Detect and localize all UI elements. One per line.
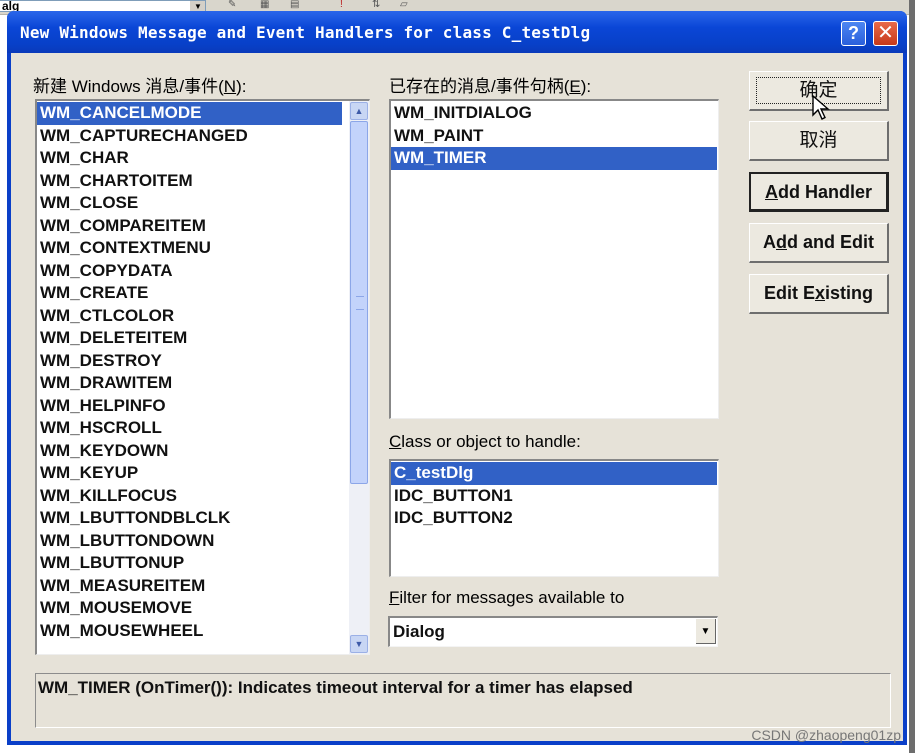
chevron-up-icon[interactable]: ▲ [350, 102, 368, 120]
filter-value: Dialog [393, 622, 445, 641]
edit-existing-label-post: isting [825, 283, 874, 303]
new-message-item[interactable]: WM_HELPINFO [37, 395, 342, 418]
class-object-item[interactable]: IDC_BUTTON2 [391, 507, 717, 530]
new-message-item[interactable]: WM_DELETEITEM [37, 327, 342, 350]
add-handler-button[interactable]: Add Handler [749, 172, 889, 212]
new-messages-items: WM_CANCELMODE WM_CAPTURECHANGED WM_CHAR WM_… [37, 102, 342, 642]
toolbar-grid-icon[interactable]: ▦ [260, 0, 269, 10]
toolbar-exclamation-icon[interactable]: ! [340, 0, 343, 10]
new-message-item[interactable]: WM_KEYUP [37, 462, 342, 485]
new-message-item[interactable]: WM_CHAR [37, 147, 342, 170]
class-object-items: C_testDlg IDC_BUTTON1 IDC_BUTTON2 [391, 462, 717, 530]
new-message-item[interactable]: WM_MEASUREITEM [37, 575, 342, 598]
new-message-item[interactable]: WM_MOUSEWHEEL [37, 620, 342, 643]
existing-handler-item[interactable]: WM_PAINT [391, 125, 717, 148]
new-message-item[interactable]: WM_MOUSEMOVE [37, 597, 342, 620]
new-messages-scrollbar[interactable]: ▲ ▼ [349, 101, 369, 654]
new-message-item[interactable]: WM_COPYDATA [37, 260, 342, 283]
toolbar-table-icon[interactable]: ▤ [290, 0, 299, 10]
existing-handlers-items: WM_INITDIALOG WM_PAINT WM_TIMER [391, 102, 717, 170]
add-and-edit-accel: d [776, 232, 787, 252]
edit-existing-accel: x [815, 283, 826, 303]
new-message-item[interactable]: WM_DRAWITEM [37, 372, 342, 395]
screen: alg ▼ ✎ ▦ ▤ ! ⇅ ▱ New Windows Message an… [0, 0, 915, 753]
new-message-item[interactable]: WM_DESTROY [37, 350, 342, 373]
new-message-item[interactable]: WM_CANCELMODE [37, 102, 342, 125]
add-and-edit-label-pre: A [763, 232, 776, 252]
scrollbar-thumb[interactable] [350, 121, 368, 484]
edit-existing-button[interactable]: Edit Existing [749, 274, 889, 314]
add-and-edit-button[interactable]: Add and Edit [749, 223, 889, 263]
new-messages-label-text: 新建 Windows 消息/事件( [33, 77, 224, 96]
help-button[interactable]: ? [841, 21, 866, 46]
filter-label-accel: F [389, 588, 400, 607]
mouse-cursor-icon [812, 95, 830, 120]
cancel-button[interactable]: 取消 [749, 121, 889, 161]
new-message-item[interactable]: WM_CTLCOLOR [37, 305, 342, 328]
existing-handlers-label-text: 已存在的消息/事件句柄( [389, 77, 570, 96]
close-button[interactable]: ✕ [873, 21, 898, 46]
new-messages-label-accel: N [223, 77, 237, 96]
new-message-item[interactable]: WM_KEYDOWN [37, 440, 342, 463]
existing-handler-item[interactable]: WM_INITDIALOG [391, 102, 717, 125]
grip-icon [356, 296, 364, 310]
new-message-item[interactable]: WM_COMPAREITEM [37, 215, 342, 238]
existing-handler-item[interactable]: WM_TIMER [391, 147, 717, 170]
new-message-item[interactable]: WM_CREATE [37, 282, 342, 305]
new-message-item[interactable]: WM_KILLFOCUS [37, 485, 342, 508]
add-handler-label: dd Handler [777, 182, 872, 202]
class-object-listbox[interactable]: C_testDlg IDC_BUTTON1 IDC_BUTTON2 [389, 459, 719, 577]
toolbar-sort-icon[interactable]: ⇅ [372, 0, 380, 10]
add-handler-accel: A [764, 182, 778, 202]
new-message-item[interactable]: WM_CLOSE [37, 192, 342, 215]
existing-handlers-listbox[interactable]: WM_INITDIALOG WM_PAINT WM_TIMER [389, 99, 719, 419]
new-message-item[interactable]: WM_CHARTOITEM [37, 170, 342, 193]
filter-label: Filter for messages available to [389, 588, 624, 608]
existing-handlers-label: 已存在的消息/事件句柄(E): [389, 72, 591, 97]
watermark: CSDN @zhaopeng01zp [751, 727, 901, 743]
new-messages-listbox[interactable]: WM_CANCELMODE WM_CAPTURECHANGED WM_CHAR WM_… [35, 99, 370, 655]
dialog-titlebar[interactable]: New Windows Message and Event Handlers f… [7, 11, 907, 53]
class-object-item[interactable]: IDC_BUTTON1 [391, 485, 717, 508]
new-message-item[interactable]: WM_CONTEXTMENU [37, 237, 342, 260]
existing-handlers-label-end: ): [580, 77, 592, 96]
class-object-label: Class or object to handle: [389, 432, 581, 452]
new-messages-label: 新建 Windows 消息/事件(N): [33, 72, 246, 97]
message-description: WM_TIMER (OnTimer()): Indicates timeout … [38, 678, 633, 697]
background-edge [909, 0, 915, 753]
class-object-item[interactable]: C_testDlg [391, 462, 717, 485]
new-messages-label-end: ): [236, 77, 247, 96]
message-description-box: WM_TIMER (OnTimer()): Indicates timeout … [35, 673, 891, 728]
toolbar-pencil-icon[interactable]: ✎ [228, 0, 236, 10]
dialog-title: New Windows Message and Event Handlers f… [20, 23, 591, 42]
add-and-edit-label-post: d and Edit [787, 232, 874, 252]
filter-label-text: ilter for messages available to [399, 588, 625, 607]
filter-combobox[interactable]: Dialog ▼ [388, 616, 718, 647]
toolbar-page-icon[interactable]: ▱ [400, 0, 408, 10]
class-object-label-accel: C [389, 432, 402, 451]
existing-handlers-label-accel: E [569, 77, 581, 96]
new-message-item[interactable]: WM_LBUTTONDBLCLK [37, 507, 342, 530]
cancel-button-label: 取消 [799, 130, 838, 151]
chevron-down-icon[interactable]: ▼ [350, 635, 368, 653]
new-message-item[interactable]: WM_CAPTURECHANGED [37, 125, 342, 148]
edit-existing-label-pre: Edit E [763, 283, 815, 303]
new-message-item[interactable]: WM_LBUTTONDOWN [37, 530, 342, 553]
new-message-item[interactable]: WM_LBUTTONUP [37, 552, 342, 575]
class-object-label-text: lass or object to handle: [401, 432, 581, 451]
new-message-item[interactable]: WM_HSCROLL [37, 417, 342, 440]
chevron-down-icon[interactable]: ▼ [696, 619, 716, 644]
